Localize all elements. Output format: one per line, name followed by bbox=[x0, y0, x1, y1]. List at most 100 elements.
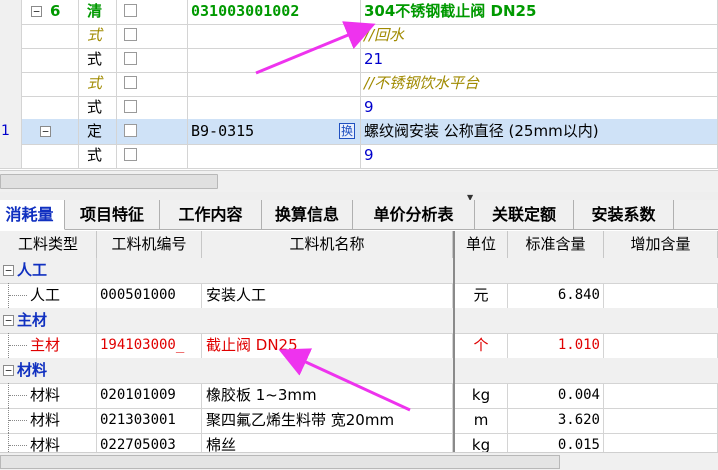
row-type: 式 bbox=[79, 71, 117, 96]
material-type: 材料 bbox=[30, 411, 61, 429]
row-checkbox[interactable] bbox=[124, 4, 137, 17]
top-grid-row[interactable]: 式 //回水 bbox=[0, 23, 718, 49]
row-code[interactable] bbox=[188, 95, 361, 120]
material-type: 主材 bbox=[30, 336, 61, 354]
consumption-grid-header: 工料类型 工料机编号 工料机名称 单位 标准含量 增加含量 bbox=[0, 231, 718, 259]
top-grid-row[interactable]: 式9 bbox=[0, 95, 718, 121]
material-row[interactable]: 材料 020101009 橡胶板 1~3mm kg 0.004 bbox=[0, 383, 718, 409]
row-checkbox[interactable] bbox=[124, 124, 137, 137]
standard-quantity[interactable]: 6.840 bbox=[508, 283, 604, 308]
row-type: 式 bbox=[79, 143, 117, 168]
tab-4[interactable]: 单价分析表 bbox=[353, 200, 475, 230]
tab-0[interactable]: 消耗量 bbox=[0, 200, 65, 230]
tab-5[interactable]: 关联定额 bbox=[475, 200, 574, 230]
group-label: 主材 bbox=[17, 311, 48, 329]
material-unit[interactable]: kg bbox=[453, 383, 508, 408]
row-checkbox[interactable] bbox=[124, 76, 137, 89]
row-checkbox[interactable] bbox=[124, 52, 137, 65]
row-code-text: 031003001002 bbox=[191, 2, 300, 20]
row-name[interactable]: 9 bbox=[361, 143, 718, 168]
column-header-5[interactable]: 增加含量 bbox=[604, 231, 718, 258]
row-checkbox-cell bbox=[117, 23, 188, 48]
column-header-4[interactable]: 标准含量 bbox=[508, 231, 604, 258]
row-name[interactable]: 9 bbox=[361, 95, 718, 120]
tree-seq-cell bbox=[22, 47, 79, 72]
group-label: 人工 bbox=[17, 261, 48, 279]
row-name[interactable]: //回水 bbox=[361, 23, 718, 48]
row-number: 1 bbox=[0, 119, 22, 144]
group-row[interactable]: − 人工 bbox=[0, 258, 718, 284]
added-quantity[interactable] bbox=[604, 333, 718, 358]
group-row[interactable]: − 主材 bbox=[0, 308, 718, 334]
minus-box-icon[interactable]: − bbox=[31, 6, 42, 17]
material-code[interactable]: 000501000 bbox=[97, 283, 202, 308]
material-type: 人工 bbox=[30, 286, 61, 304]
material-unit[interactable]: 个 bbox=[453, 333, 508, 358]
material-code[interactable]: 020101009 bbox=[97, 383, 202, 408]
column-divider bbox=[96, 258, 97, 283]
minus-box-icon[interactable]: − bbox=[3, 265, 14, 276]
tree-line bbox=[9, 445, 27, 447]
tab-1[interactable]: 项目特征 bbox=[65, 200, 160, 230]
column-divider bbox=[96, 358, 97, 383]
tab-2[interactable]: 工作内容 bbox=[160, 200, 262, 230]
added-quantity[interactable] bbox=[604, 383, 718, 408]
material-name[interactable]: 聚四氟乙烯生料带 宽20mm bbox=[202, 408, 453, 433]
column-header-1[interactable]: 工料机编号 bbox=[97, 231, 202, 258]
material-name[interactable]: 橡胶板 1~3mm bbox=[202, 383, 453, 408]
bottom-horizontal-scrollbar[interactable] bbox=[0, 452, 718, 470]
standard-quantity[interactable]: 0.004 bbox=[508, 383, 604, 408]
minus-box-icon[interactable]: − bbox=[3, 365, 14, 376]
material-name[interactable]: 安装人工 bbox=[202, 283, 453, 308]
material-row[interactable]: 主材 194103000_ 截止阀 DN25 个 1.010 bbox=[0, 333, 718, 359]
material-unit[interactable]: 元 bbox=[453, 283, 508, 308]
row-code[interactable]: 031003001002 bbox=[188, 0, 361, 24]
top-grid-row[interactable]: −6 清 031003001002 304不锈钢截止阀 DN25 bbox=[0, 0, 718, 25]
row-name[interactable]: 螺纹阀安装 公称直径 (25mm以内) bbox=[361, 119, 718, 144]
column-header-0[interactable]: 工料类型 bbox=[0, 231, 97, 258]
material-unit[interactable]: m bbox=[453, 408, 508, 433]
standard-quantity[interactable]: 1.010 bbox=[508, 333, 604, 358]
panel-splitter[interactable] bbox=[0, 192, 718, 200]
row-checkbox[interactable] bbox=[124, 148, 137, 161]
top-horizontal-scrollbar[interactable] bbox=[0, 170, 718, 192]
added-quantity[interactable] bbox=[604, 408, 718, 433]
row-checkbox[interactable] bbox=[124, 100, 137, 113]
top-grid-row[interactable]: 式 21 bbox=[0, 47, 718, 73]
tree-line bbox=[9, 395, 27, 397]
added-quantity[interactable] bbox=[604, 283, 718, 308]
row-name[interactable]: //不锈钢饮水平台 bbox=[361, 71, 718, 96]
material-code[interactable]: 194103000_ bbox=[97, 333, 202, 358]
scrollbar-thumb[interactable] bbox=[0, 174, 218, 189]
tree-line bbox=[9, 345, 27, 347]
top-grid-row[interactable]: 式9 bbox=[0, 143, 718, 169]
top-grid-row[interactable]: 1 − 定 B9-0315 换螺纹阀安装 公称直径 (25mm以内) bbox=[0, 119, 718, 145]
group-row[interactable]: − 材料 bbox=[0, 358, 718, 384]
row-type: 清 bbox=[79, 0, 117, 24]
row-type: 式 bbox=[79, 95, 117, 120]
tab-3[interactable]: 换算信息 bbox=[262, 200, 353, 230]
row-code[interactable]: B9-0315 换 bbox=[188, 119, 361, 144]
minus-box-icon[interactable]: − bbox=[40, 126, 51, 137]
row-code[interactable] bbox=[188, 47, 361, 72]
tab-6[interactable]: 安装系数 bbox=[574, 200, 674, 230]
standard-quantity[interactable]: 3.620 bbox=[508, 408, 604, 433]
row-code[interactable] bbox=[188, 71, 361, 96]
material-row[interactable]: 人工 000501000 安装人工元 6.840 bbox=[0, 283, 718, 309]
column-header-3[interactable]: 单位 bbox=[453, 231, 508, 258]
row-name[interactable]: 304不锈钢截止阀 DN25 bbox=[361, 0, 718, 24]
material-name[interactable]: 截止阀 DN25 bbox=[202, 333, 453, 358]
group-label: 材料 bbox=[17, 361, 48, 379]
row-checkbox[interactable] bbox=[124, 28, 137, 41]
row-type: 式 bbox=[79, 23, 117, 48]
row-code[interactable] bbox=[188, 23, 361, 48]
minus-box-icon[interactable]: − bbox=[3, 315, 14, 326]
column-header-2[interactable]: 工料机名称 bbox=[202, 231, 453, 258]
scrollbar-thumb[interactable] bbox=[0, 455, 560, 469]
row-number bbox=[0, 0, 22, 24]
row-name[interactable]: 21 bbox=[361, 47, 718, 72]
top-grid-row[interactable]: 式 //不锈钢饮水平台 bbox=[0, 71, 718, 97]
material-code[interactable]: 021303001 bbox=[97, 408, 202, 433]
material-row[interactable]: 材料 021303001 聚四氟乙烯生料带 宽20mm m 3.620 bbox=[0, 408, 718, 434]
row-code[interactable] bbox=[188, 143, 361, 168]
